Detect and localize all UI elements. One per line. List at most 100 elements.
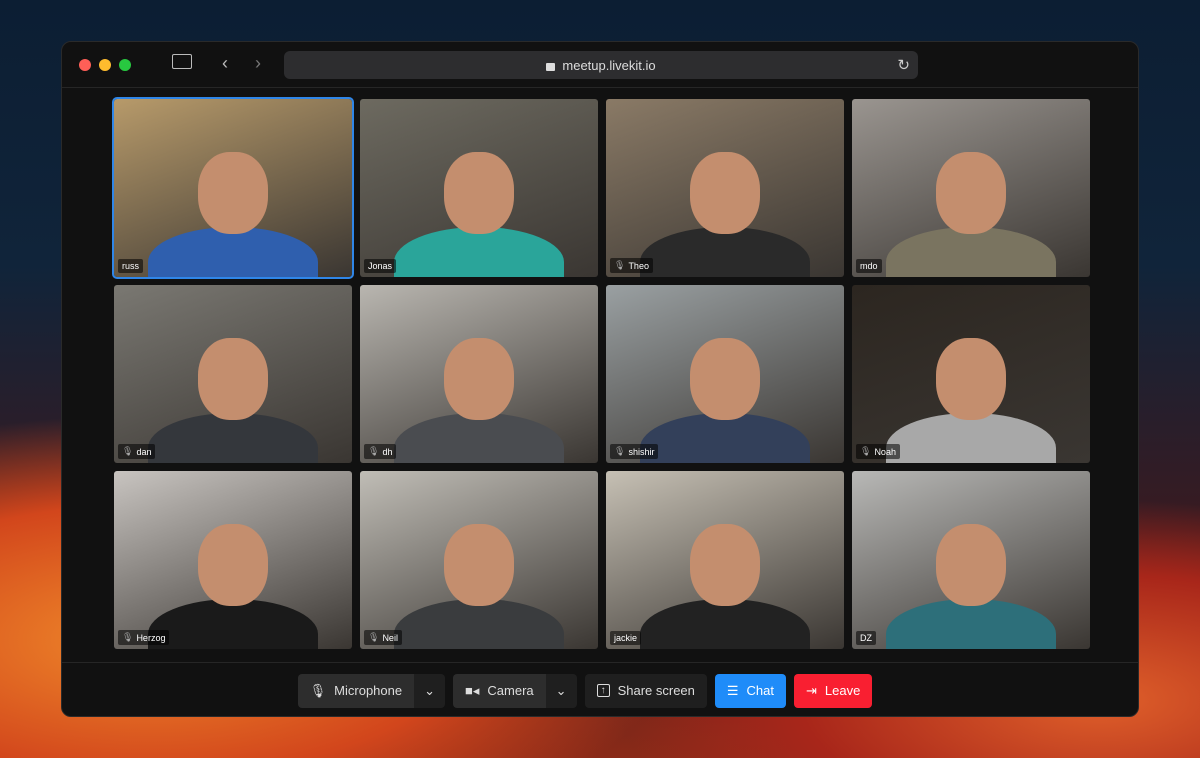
participant-video (640, 599, 810, 649)
chat-icon: ☰ (726, 682, 739, 698)
participant-name: dh (382, 446, 393, 457)
participant-tile[interactable]: 🎙︎ Noah (852, 285, 1090, 463)
microphone-muted-icon: 🎙︎ (614, 446, 626, 456)
participant-face (198, 338, 268, 421)
reload-icon[interactable]: ↻ (897, 56, 910, 74)
participant-name: jackie (614, 633, 638, 643)
participant-tile[interactable]: DZ (852, 471, 1090, 649)
participant-name: Noah (874, 446, 896, 457)
lock-icon (546, 62, 556, 71)
participant-name: Theo (628, 260, 649, 271)
microphone-muted-icon: 🎙︎ (122, 446, 134, 456)
participant-tile[interactable]: 🎙︎ Theo (606, 99, 844, 277)
participant-video (886, 227, 1056, 277)
participant-video (640, 413, 810, 463)
forward-icon[interactable]: › (255, 53, 261, 74)
participant-video (148, 227, 318, 277)
participant-name: Jonas (368, 261, 393, 271)
participant-video (394, 413, 564, 463)
share-screen-icon: ↑ (596, 684, 610, 697)
video-grid: russ Jonas 🎙︎ Theo mdo 🎙︎ dan 🎙︎ dh 🎙︎ shish… (112, 97, 1090, 649)
participant-name-tag: jackie (610, 631, 642, 645)
url-text: meetup.livekit.io (562, 57, 656, 73)
chevron-down-icon: ⌄ (424, 682, 436, 698)
browser-window: ‹ › meetup.livekit.io ↻ russ Jonas 🎙︎ The… (61, 41, 1139, 717)
participant-face (444, 338, 514, 421)
maximize-window-button[interactable] (119, 59, 131, 71)
leave-label: Leave (824, 683, 861, 698)
microphone-muted-icon: 🎙︎ (122, 632, 134, 642)
share-screen-button[interactable]: ↑ Share screen (584, 673, 707, 708)
control-bar: 🎙︎ Microphone ⌄ ■◂ Camera ⌄ ↑ Share screen … (62, 662, 1138, 716)
participant-video (394, 599, 564, 649)
participant-face (936, 524, 1006, 607)
participant-name: russ (122, 261, 140, 271)
participant-face (936, 338, 1006, 421)
participant-face (444, 524, 514, 607)
participant-tile[interactable]: mdo (852, 99, 1090, 277)
microphone-options-button[interactable]: ⌄ (414, 673, 446, 708)
participant-video (148, 599, 318, 649)
microphone-label: Microphone (334, 683, 403, 698)
microphone-muted-icon: 🎙︎ (368, 632, 380, 642)
participant-video (640, 227, 810, 277)
participant-tile[interactable]: 🎙︎ Neil (360, 471, 598, 649)
participant-tile[interactable]: Jonas (360, 99, 598, 277)
back-icon[interactable]: ‹ (222, 53, 228, 74)
participant-tile[interactable]: 🎙︎ Herzog (114, 471, 352, 649)
sidebar-toggle-icon[interactable] (172, 54, 192, 69)
participant-face (198, 152, 268, 235)
microphone-muted-icon: 🎙︎ (614, 260, 626, 270)
participant-video (886, 599, 1056, 649)
camera-icon: ■◂ (465, 682, 480, 698)
microphone-button[interactable]: 🎙︎ Microphone (297, 673, 415, 708)
participant-face (444, 152, 514, 235)
participant-name-tag: 🎙︎ dh (364, 444, 397, 459)
participant-face (690, 152, 760, 235)
chat-label: Chat (746, 683, 775, 698)
participant-name: Neil (382, 632, 398, 643)
participant-video (886, 413, 1056, 463)
participant-name: Herzog (136, 632, 166, 643)
camera-button[interactable]: ■◂ Camera (453, 673, 546, 708)
participant-video (394, 227, 564, 277)
camera-group: ■◂ Camera ⌄ (453, 673, 577, 708)
participant-name-tag: 🎙︎ dan (118, 444, 156, 459)
participant-tile[interactable]: russ (112, 97, 354, 279)
participant-face (198, 524, 268, 607)
participant-face (690, 338, 760, 421)
participant-name: shishir (628, 446, 655, 457)
title-bar: ‹ › meetup.livekit.io ↻ (62, 42, 1138, 88)
microphone-group: 🎙︎ Microphone ⌄ (297, 673, 446, 708)
participant-name-tag: 🎙︎ shishir (610, 444, 659, 459)
chat-button[interactable]: ☰ Chat (714, 673, 787, 708)
participant-name: DZ (860, 633, 872, 643)
address-bar[interactable]: meetup.livekit.io ↻ (284, 51, 918, 79)
participant-name-tag: 🎙︎ Noah (856, 444, 900, 459)
participant-face (690, 524, 760, 607)
participant-name-tag: 🎙︎ Theo (610, 258, 653, 273)
participant-name-tag: mdo (856, 259, 882, 273)
participant-tile[interactable]: 🎙︎ dh (360, 285, 598, 463)
participant-name-tag: 🎙︎ Herzog (118, 630, 170, 645)
participant-name-tag: Jonas (364, 259, 397, 273)
participant-tile[interactable]: 🎙︎ dan (114, 285, 352, 463)
share-screen-label: Share screen (617, 683, 695, 698)
participant-tile[interactable]: jackie (606, 471, 844, 649)
participant-name-tag: DZ (856, 631, 876, 645)
chevron-down-icon: ⌄ (555, 682, 567, 698)
participant-name: mdo (860, 261, 878, 271)
participant-name-tag: 🎙︎ Neil (364, 630, 402, 645)
participant-face (936, 152, 1006, 235)
leave-button[interactable]: ⇥ Leave (794, 673, 873, 708)
participant-name: dan (136, 446, 152, 457)
camera-options-button[interactable]: ⌄ (545, 673, 577, 708)
microphone-icon: 🎙︎ (309, 682, 327, 698)
close-window-button[interactable] (79, 59, 91, 71)
participant-video (148, 413, 318, 463)
camera-label: Camera (487, 683, 534, 698)
participant-tile[interactable]: 🎙︎ shishir (606, 285, 844, 463)
microphone-muted-icon: 🎙︎ (368, 446, 380, 456)
leave-icon: ⇥ (806, 682, 817, 698)
minimize-window-button[interactable] (99, 59, 111, 71)
